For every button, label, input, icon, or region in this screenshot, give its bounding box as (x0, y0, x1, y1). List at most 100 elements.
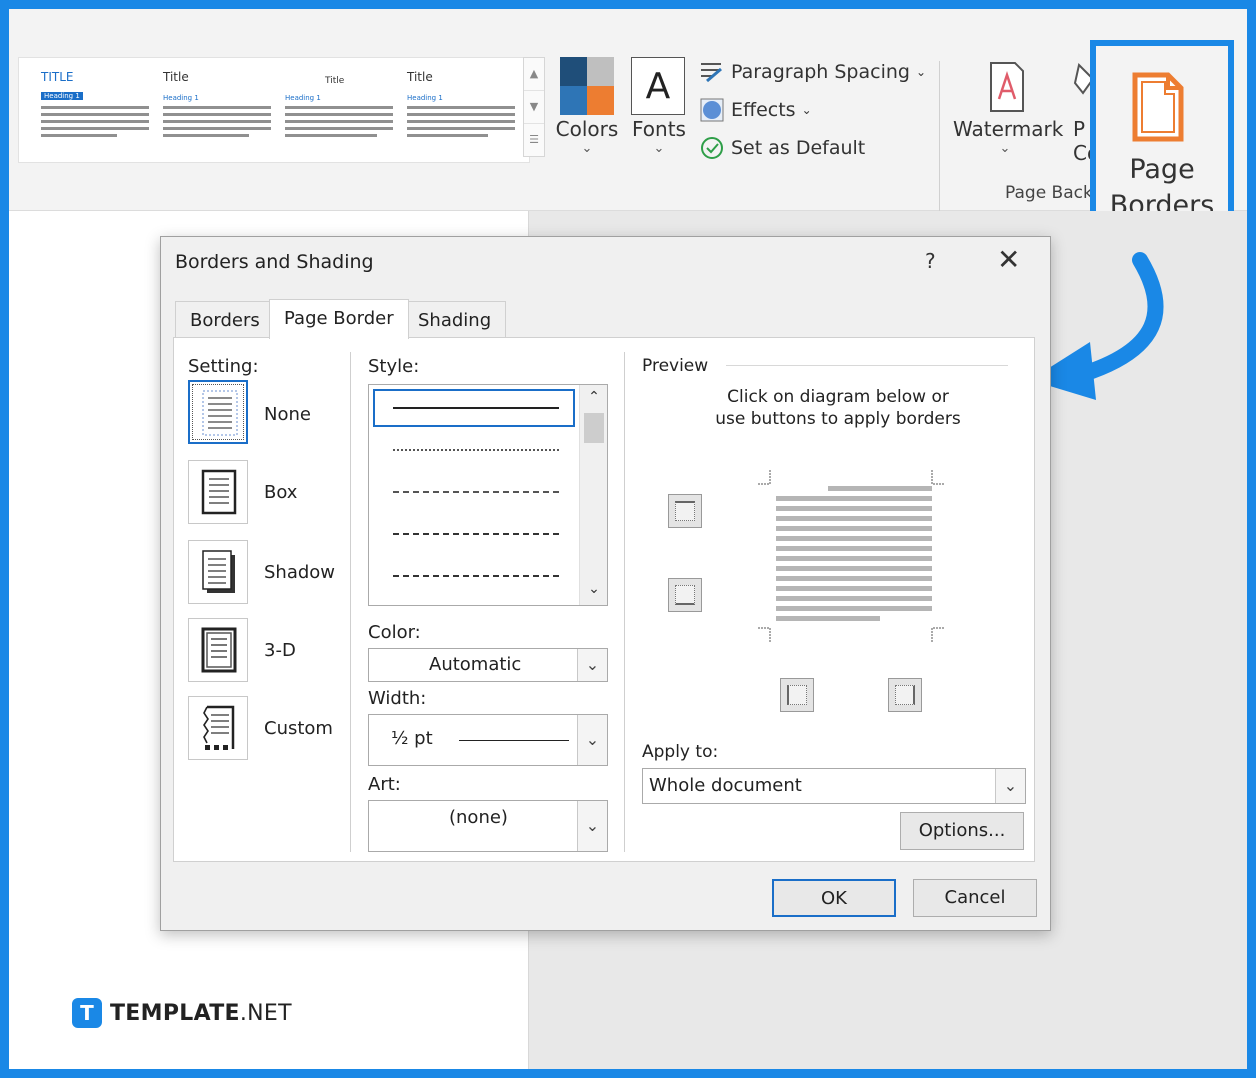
paragraph-spacing-label: Paragraph Spacing (731, 61, 910, 83)
style-thumb-heading: Heading 1 (41, 92, 83, 100)
gallery-scrollbar[interactable]: ▲ ▼ ☰ (523, 57, 545, 157)
style-thumb-heading: Heading 1 (163, 94, 199, 102)
column-separator (624, 352, 625, 852)
page-background-group-label: Page Back (1005, 183, 1093, 203)
close-icon[interactable]: ✕ (997, 245, 1020, 275)
options-button[interactable]: Options... (900, 812, 1024, 850)
fonts-button[interactable]: Fonts ⌄ (621, 117, 697, 156)
style-thumb-heading: Heading 1 (407, 94, 443, 102)
ok-button[interactable]: OK (772, 879, 896, 917)
chevron-down-icon[interactable]: ⌄ (580, 581, 608, 597)
tab-borders-label: Borders (190, 310, 260, 331)
color-dropdown[interactable]: Automatic ⌄ (368, 648, 608, 682)
tab-shading[interactable]: Shading (403, 301, 507, 339)
style-dashed-line[interactable] (393, 533, 559, 535)
bottom-border-button[interactable] (668, 578, 702, 612)
cancel-button[interactable]: Cancel (913, 879, 1037, 917)
paragraph-spacing-icon (701, 63, 722, 83)
preview-hint-2: use buttons to apply borders (715, 409, 961, 429)
paragraph-spacing-button[interactable]: Paragraph Spacing ⌄ (699, 59, 926, 85)
chevron-up-icon[interactable]: ▲ (524, 58, 544, 91)
brand-badge-icon: T (72, 998, 102, 1028)
preview-rule (726, 365, 1008, 366)
colors-icon[interactable] (560, 57, 614, 115)
page-shadow-icon (202, 550, 235, 593)
setting-box-label: Box (264, 482, 298, 503)
style-dotted-line[interactable] (393, 449, 559, 451)
style-thumb-title: Title (407, 70, 433, 84)
set-as-default-label: Set as Default (731, 137, 866, 159)
setting-3d-label: 3-D (264, 640, 296, 661)
apply-to-dropdown[interactable]: Whole document ⌄ (642, 768, 1026, 804)
preview-diagram[interactable] (756, 470, 946, 642)
chevron-up-icon[interactable]: ⌃ (580, 389, 608, 405)
setting-custom-label: Custom (264, 718, 333, 739)
chevron-down-icon: ⌄ (801, 103, 812, 117)
tab-shading-label: Shading (418, 310, 492, 331)
style-thumb-title: Title (163, 70, 189, 84)
style-gallery[interactable]: TITLE Heading 1 Title Heading 1 Title He… (18, 57, 530, 163)
style-thumb[interactable]: TITLE Heading 1 (41, 64, 161, 158)
check-circle-icon (701, 137, 723, 159)
page-custom-icon (203, 705, 235, 750)
tab-page-border-label: Page Border (284, 308, 394, 329)
chevron-down-icon[interactable]: ▼ (524, 91, 544, 124)
effects-button[interactable]: Effects ⌄ (699, 97, 812, 123)
effects-label: Effects (731, 99, 796, 121)
colors-label: Colors (555, 117, 619, 141)
style-label: Style: (368, 356, 420, 377)
art-dropdown[interactable]: (none) ⌄ (368, 800, 608, 852)
width-dropdown[interactable]: ½ pt ⌄ (368, 714, 608, 766)
left-border-button[interactable] (780, 678, 814, 712)
scrollbar-thumb[interactable] (584, 413, 604, 443)
style-scrollbar[interactable]: ⌃ ⌄ (579, 385, 607, 605)
page-3d-icon (201, 627, 237, 673)
right-border-button[interactable] (888, 678, 922, 712)
ribbon-separator (939, 61, 940, 211)
style-listbox[interactable]: ⌃ ⌄ (368, 384, 608, 606)
width-value: ½ pt (391, 728, 433, 749)
apply-to-label: Apply to: (642, 742, 719, 762)
style-fine-dashed-line[interactable] (393, 491, 559, 493)
style-thumb[interactable]: Title Heading 1 (163, 64, 283, 158)
setting-none-option[interactable] (188, 380, 248, 444)
watermark-button[interactable]: Watermark ⌄ (953, 117, 1063, 156)
setting-custom-option[interactable] (188, 696, 248, 760)
tab-borders[interactable]: Borders (175, 301, 275, 339)
set-as-default-button[interactable]: Set as Default (699, 135, 865, 161)
chevron-down-icon[interactable]: ⌄ (577, 715, 607, 765)
style-thumb-heading: Heading 1 (285, 94, 321, 102)
top-border-button[interactable] (668, 494, 702, 528)
chevron-down-icon: ⌄ (915, 65, 927, 79)
setting-box-option[interactable] (188, 460, 248, 524)
style-thumb[interactable]: Title Heading 1 (407, 64, 527, 158)
gallery-more-icon[interactable]: ☰ (524, 124, 544, 157)
chevron-down-icon[interactable]: ⌄ (577, 649, 607, 681)
ribbon: TITLE Heading 1 Title Heading 1 Title He… (9, 9, 1247, 211)
setting-shadow-label: Shadow (264, 562, 336, 583)
color-value: Automatic (429, 654, 522, 675)
style-dash-dot-line[interactable] (393, 575, 559, 577)
apply-to-value: Whole document (649, 775, 802, 796)
tab-page-border[interactable]: Page Border (269, 299, 409, 339)
borders-and-shading-dialog: Borders and Shading ? ✕ Borders Page Bor… (160, 236, 1051, 931)
art-value: (none) (449, 807, 508, 828)
style-thumb-title: Title (325, 76, 345, 86)
style-solid-line[interactable] (393, 407, 559, 409)
colors-button[interactable]: Colors ⌄ (549, 117, 625, 156)
chevron-down-icon: ⌄ (653, 141, 665, 156)
color-label: Color: (368, 622, 421, 643)
brand-logo: T TEMPLATE.NET (72, 998, 292, 1028)
help-icon[interactable]: ? (925, 249, 936, 273)
style-thumb[interactable]: Title Heading 1 (285, 64, 405, 158)
setting-3d-option[interactable] (188, 618, 248, 682)
fonts-icon[interactable]: A (631, 57, 685, 115)
setting-label: Setting: (188, 356, 259, 377)
chevron-down-icon[interactable]: ⌄ (995, 769, 1025, 803)
setting-shadow-option[interactable] (188, 540, 248, 604)
width-label: Width: (368, 688, 427, 709)
chevron-down-icon[interactable]: ⌄ (577, 801, 607, 851)
width-preview-line (459, 740, 569, 741)
watermark-icon[interactable] (987, 61, 1027, 113)
fonts-label: Fonts (632, 117, 686, 141)
